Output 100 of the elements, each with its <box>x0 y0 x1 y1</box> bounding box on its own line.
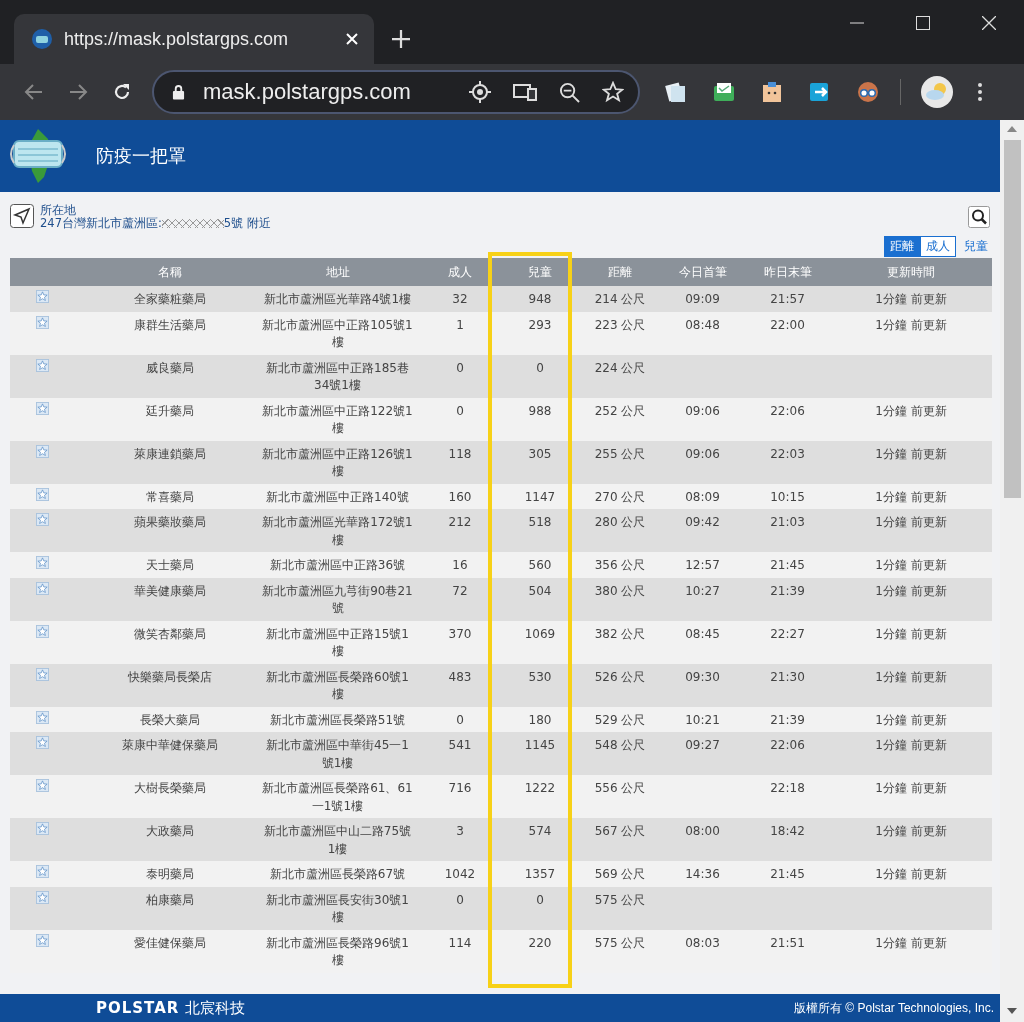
first-time: 09:06 <box>685 403 720 418</box>
close-tab-icon[interactable] <box>346 33 358 45</box>
last-time: 21:30 <box>770 669 805 684</box>
distance-cell: 223 公尺 <box>594 317 646 332</box>
favorite-star-icon[interactable] <box>36 315 49 329</box>
adult-count: 716 <box>448 781 472 795</box>
child-count: 1147 <box>524 489 556 504</box>
redaction-mark <box>161 219 224 228</box>
favorite-star-icon[interactable] <box>36 556 49 569</box>
update-time: 1分鐘 前更新 <box>875 824 947 838</box>
address-cell: 新北市蘆洲區中華街45一1號1樓 <box>266 738 409 770</box>
mail-extension-icon[interactable] <box>712 80 736 104</box>
address-cell: 新北市蘆洲區光華路4號1樓 <box>263 292 412 306</box>
devices-icon[interactable] <box>513 83 537 101</box>
glasses-face-extension-icon[interactable] <box>856 80 880 104</box>
favorite-star-icon[interactable] <box>36 736 49 749</box>
adult-count: 212 <box>448 515 472 529</box>
last-time: 21:39 <box>770 712 805 727</box>
distance-cell: 252 公尺 <box>594 403 646 418</box>
address-cell: 新北市蘆洲區中正路140號 <box>266 489 409 504</box>
table-row[interactable]: 蘋果藥妝藥局 新北市蘆洲區光華路172號1樓 212 518 280 公尺 09:42 21:03 1分鐘 前更新 <box>10 509 992 552</box>
address-cell: 新北市蘆洲區長榮路96號1樓 <box>266 935 409 967</box>
favorite-star-icon[interactable] <box>36 444 49 458</box>
first-time: 10:27 <box>685 583 720 598</box>
maximize-icon[interactable] <box>916 16 930 30</box>
favorite-star-icon[interactable] <box>36 290 49 303</box>
search-icon[interactable] <box>968 206 990 228</box>
location-target-icon[interactable] <box>469 81 491 103</box>
menu-icon[interactable] <box>977 82 983 102</box>
scroll-down-icon[interactable] <box>1007 1008 1017 1014</box>
bookmark-star-icon[interactable] <box>602 81 624 103</box>
address-cell: 新北市蘆洲區長榮路67號 <box>269 867 406 881</box>
child-count: 293 <box>528 317 552 332</box>
update-time: 1分鐘 前更新 <box>875 738 947 752</box>
child-count: 948 <box>528 292 552 306</box>
new-tab-icon[interactable] <box>392 30 410 48</box>
address-cell: 新北市蘆洲區九芎街90巷21號 <box>262 583 413 615</box>
last-time: 21:57 <box>770 292 805 306</box>
favorite-star-icon[interactable] <box>36 513 49 526</box>
favorite-star-icon[interactable] <box>36 890 49 904</box>
close-icon[interactable] <box>982 16 996 30</box>
navigation-arrow-icon[interactable] <box>10 204 34 228</box>
table-row[interactable]: 華美健康藥局 新北市蘆洲區九芎街90巷21號 72 504 380 公尺 10:27 21:39 1分鐘 前更新 <box>10 577 992 621</box>
scrollbar[interactable] <box>1000 120 1024 1022</box>
table-row[interactable]: 全家藥粧藥局 新北市蘆洲區光華路4號1樓 32 948 214 公尺 09:09 21:57 1分鐘 前更新 <box>10 286 992 312</box>
first-time: 09:30 <box>685 669 720 684</box>
adult-count: 0 <box>456 360 464 375</box>
pharmacy-name: 天士藥局 <box>146 558 194 572</box>
table-row[interactable]: 萊康連鎖藥局 新北市蘆洲區中正路126號1樓 118 305 255 公尺 09:06 22:03 1分鐘 前更新 <box>10 440 992 484</box>
last-time: 18:42 <box>770 824 805 838</box>
address-bar[interactable]: mask.polstargps.com <box>152 70 640 114</box>
reload-icon[interactable] <box>112 82 132 102</box>
child-count: 220 <box>528 935 552 950</box>
pharmacy-name: 大樹長榮藥局 <box>134 781 206 795</box>
favorite-star-icon[interactable] <box>36 865 49 878</box>
last-time: 10:15 <box>770 489 805 504</box>
browser-tab[interactable]: https://mask.polstargps.com <box>14 14 374 64</box>
address-cell: 新北市蘆洲區中正路122號1樓 <box>262 403 413 435</box>
pharmacy-name: 微笑杏鄰藥局 <box>134 626 206 641</box>
favorite-star-icon[interactable] <box>36 667 49 681</box>
favorite-star-icon[interactable] <box>36 822 49 835</box>
address-cell: 新北市蘆洲區中山二路75號1樓 <box>263 824 412 856</box>
zoom-out-icon[interactable] <box>559 81 580 103</box>
distance-cell: 569 公尺 <box>594 867 646 881</box>
first-time: 08:00 <box>685 824 720 838</box>
child-count: 988 <box>528 403 552 418</box>
location-suffix: 5號 附近 <box>223 217 271 230</box>
app-title: 防疫一把罩 <box>96 144 186 168</box>
first-time: 08:45 <box>685 626 720 641</box>
box-face-extension-icon[interactable] <box>760 80 784 104</box>
favorite-star-icon[interactable] <box>36 581 49 595</box>
adult-count: 0 <box>456 892 464 907</box>
forward-icon[interactable] <box>68 82 88 102</box>
table-row[interactable]: 快樂藥局長榮店 新北市蘆洲區長榮路60號1樓 483 530 526 公尺 09:30 21:30 1分鐘 前更新 <box>10 663 992 707</box>
favorite-star-icon[interactable] <box>36 358 49 372</box>
back-icon[interactable] <box>24 82 44 102</box>
table-row[interactable]: 萊康中華健保藥局 新北市蘆洲區中華街45一1號1樓 541 1145 548 公尺 09:27 22:06 1分鐘 前更新 <box>10 732 992 775</box>
sort-button[interactable]: 成人 <box>920 236 956 257</box>
favorite-star-icon[interactable] <box>36 401 49 415</box>
favorite-star-icon[interactable] <box>36 710 49 724</box>
favorite-star-icon[interactable] <box>36 779 49 792</box>
sort-link[interactable]: 兒童 <box>956 238 990 255</box>
scroll-up-icon[interactable] <box>1007 126 1017 132</box>
child-count: 180 <box>528 712 552 727</box>
distance-cell: 556 公尺 <box>594 781 646 795</box>
table-row[interactable]: 大政藥局 新北市蘆洲區中山二路75號1樓 3 574 567 公尺 08:00 18:42 1分鐘 前更新 <box>10 818 992 861</box>
pharmacy-name: 康群生活藥局 <box>134 317 206 332</box>
table-row[interactable]: 威良藥局 新北市蘆洲區中正路185巷34號1樓 0 0 224 公尺 <box>10 354 992 398</box>
favorite-star-icon[interactable] <box>36 624 49 638</box>
sort-button[interactable]: 距離 <box>884 236 920 257</box>
favorite-star-icon[interactable] <box>36 933 49 947</box>
profile-avatar-icon[interactable] <box>921 76 953 108</box>
update-time: 1分鐘 前更新 <box>875 583 947 598</box>
adult-count: 370 <box>448 626 472 641</box>
location-label: 所在地 <box>40 204 77 217</box>
notes-extension-icon[interactable] <box>664 80 688 104</box>
table-row[interactable]: 柏康藥局 新北市蘆洲區長安街30號1樓 0 0 575 公尺 <box>10 886 992 930</box>
address-cell: 新北市蘆洲區中正路15號1樓 <box>266 626 409 658</box>
favorite-star-icon[interactable] <box>36 487 49 501</box>
scroll-thumb[interactable] <box>1003 140 1021 498</box>
